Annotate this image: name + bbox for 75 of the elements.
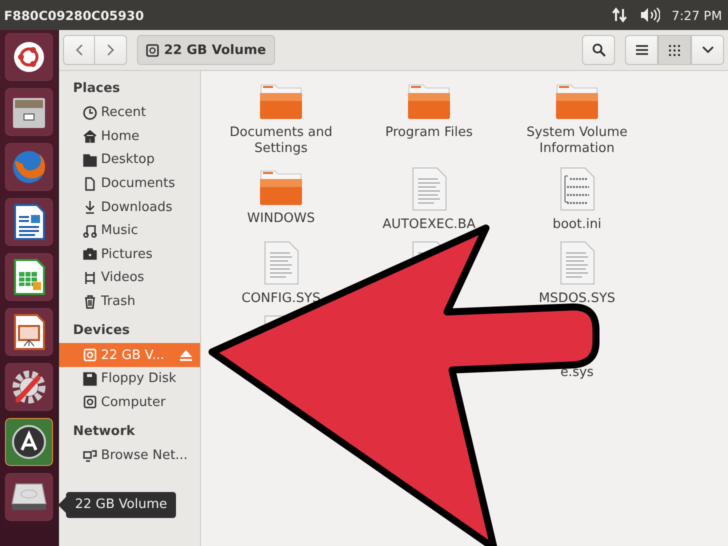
desktop-icon [83, 152, 97, 167]
drive-icon [83, 348, 97, 362]
downloads-icon [83, 200, 97, 214]
launcher-button[interactable] [5, 473, 53, 521]
file-name[interactable]: Program Files [385, 125, 473, 141]
file-name[interactable]: MSDOS.SYS [538, 291, 616, 307]
window-title: F880C09280C05930 [4, 8, 144, 22]
sidebar-heading: Network [72, 423, 136, 442]
sidebar-item[interactable]: Music [59, 218, 200, 243]
chevron-left-icon [75, 44, 83, 56]
documents-icon [83, 176, 97, 191]
file-name[interactable]: e.sys [560, 365, 594, 381]
sidebar-heading: Devices [72, 322, 131, 340]
file-name[interactable]: CONFIG.SYS [242, 291, 320, 307]
videos-icon [83, 270, 97, 285]
launcher-button[interactable] [5, 308, 53, 356]
text-file-icon[interactable] [559, 167, 595, 211]
sidebar-item[interactable]: Videos [59, 266, 200, 290]
recent-icon [83, 106, 97, 120]
eject-icon[interactable] [180, 350, 192, 361]
launcher-button[interactable] [5, 88, 53, 136]
file-name[interactable]: WINDOWS [247, 211, 315, 227]
sidebar-item[interactable]: Floppy Disk [59, 366, 200, 391]
text-file-icon[interactable] [559, 241, 595, 285]
network-arrows-icon[interactable] [612, 7, 628, 23]
launcher-button[interactable] [5, 363, 53, 411]
list-icon [636, 45, 648, 55]
text-document-icon [12, 203, 46, 241]
tooltip-pointer [58, 497, 66, 513]
launcher-button[interactable] [5, 33, 53, 81]
grid-icon [669, 44, 680, 56]
pictures-icon [83, 247, 97, 262]
sidebar-item[interactable]: Computer [59, 390, 200, 414]
spreadsheet-icon [12, 258, 46, 296]
ring-logo-icon [12, 40, 46, 74]
launcher-button[interactable] [5, 253, 53, 301]
home-icon [83, 129, 97, 144]
sidebar-item[interactable]: Browse Net... [59, 444, 200, 468]
presentation-icon [12, 313, 46, 351]
sidebar-item[interactable]: Recent [59, 101, 200, 125]
launcher-button[interactable] [5, 418, 53, 466]
grid-view-button[interactable] [658, 35, 691, 65]
network-icon [83, 448, 97, 463]
fox-globe-icon [10, 148, 48, 186]
letter-a-circle-icon [11, 424, 47, 460]
search-icon [592, 43, 606, 57]
music-icon [83, 224, 97, 238]
file-name[interactable]: AUTOEXEC.BA [382, 217, 476, 233]
sidebar-item[interactable]: Documents [59, 172, 200, 196]
trash-icon [83, 294, 97, 309]
volume-icon[interactable] [640, 7, 660, 23]
text-file-icon[interactable] [411, 167, 447, 211]
drive-icon [83, 395, 97, 410]
list-view-button[interactable] [625, 35, 658, 65]
chevron-right-icon [106, 44, 114, 56]
location-button[interactable]: 22 GB Volume [137, 35, 276, 65]
sidebar-item[interactable]: Home [59, 124, 200, 148]
file-name[interactable]: boot.ini [552, 217, 602, 233]
search-button[interactable] [582, 35, 615, 65]
chevron-down-icon [702, 46, 714, 54]
launcher-button[interactable] [5, 198, 53, 246]
file-name[interactable]: Documents and Settings [211, 125, 351, 157]
text-file-icon[interactable] [263, 241, 299, 285]
sidebar-item[interactable]: Pictures [59, 242, 200, 266]
clock[interactable]: 7:27 PM [672, 8, 722, 22]
sidebar-item[interactable]: Desktop [59, 148, 200, 172]
view-options-button[interactable] [691, 35, 724, 65]
sidebar-heading: Places [72, 80, 122, 98]
sidebar-item[interactable]: Downloads [59, 195, 200, 219]
floppy-icon [83, 372, 97, 386]
file-name[interactable]: System Volume Information [507, 125, 647, 157]
gear-wrench-icon [10, 368, 48, 406]
hard-drive-icon [10, 482, 48, 512]
drive-icon [146, 44, 159, 56]
sidebar-item[interactable]: Trash [59, 290, 200, 314]
